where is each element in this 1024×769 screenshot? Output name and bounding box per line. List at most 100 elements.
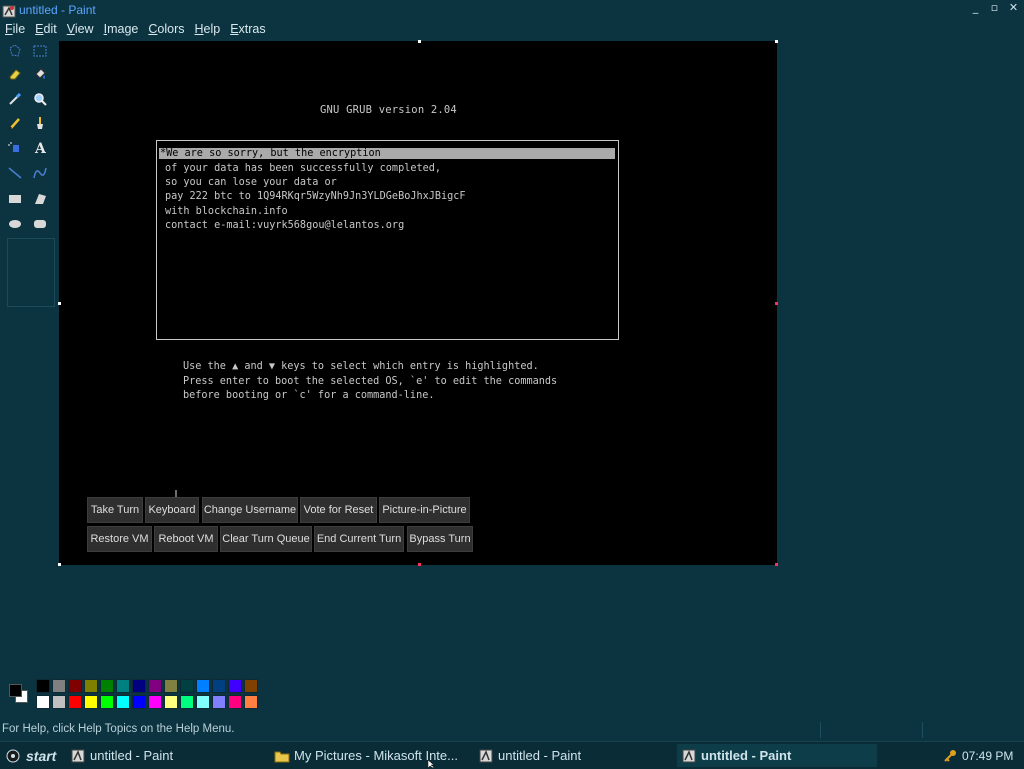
palette-color-swatch[interactable] <box>180 695 194 709</box>
fill-icon[interactable] <box>29 63 51 85</box>
status-help-text: For Help, click Help Topics on the Help … <box>2 723 235 735</box>
taskbar-item-paint-1[interactable]: untitled - Paint <box>66 744 261 767</box>
status-divider <box>922 722 923 738</box>
key-icon[interactable] <box>942 748 958 764</box>
palette-color-swatch[interactable] <box>36 695 50 709</box>
menu-extras[interactable]: Extras <box>225 22 270 36</box>
menu-colors[interactable]: Colors <box>143 22 189 36</box>
palette-color-swatch[interactable] <box>244 679 258 693</box>
change-username-button[interactable]: Change Username <box>202 497 298 523</box>
palette-color-swatch[interactable] <box>228 679 242 693</box>
resize-handle[interactable] <box>775 302 778 305</box>
grub-entry: contact e-mail:vuyrk568gou@lelantos.org <box>165 220 405 231</box>
close-button[interactable]: ✕ <box>1007 1 1020 14</box>
taskbar: start untitled - Paint My Pictures - Mik… <box>0 741 1024 769</box>
rect-select-icon[interactable] <box>29 40 51 62</box>
palette-color-swatch[interactable] <box>116 695 130 709</box>
resize-handle <box>775 40 778 43</box>
start-logo-icon <box>6 749 20 763</box>
clear-turn-queue-button[interactable]: Clear Turn Queue <box>220 526 312 552</box>
taskbar-item-paint-active[interactable]: untitled - Paint <box>677 744 877 767</box>
resize-handle <box>58 302 61 305</box>
palette-color-swatch[interactable] <box>148 695 162 709</box>
grub-entry-selected: *We are so sorry, but the encryption <box>159 148 615 159</box>
resize-handle <box>418 40 421 43</box>
taskbar-item-paint-2[interactable]: untitled - Paint <box>474 744 672 767</box>
grub-menu-box: *We are so sorry, but the encryption of … <box>156 140 619 340</box>
reboot-vm-button[interactable]: Reboot VM <box>154 526 218 552</box>
eraser-icon[interactable] <box>4 63 26 85</box>
grub-entry: pay 222 btc to 1Q94RKqr5WzyNh9Jn3YLDGeBo… <box>165 191 466 202</box>
palette-color-swatch[interactable] <box>244 695 258 709</box>
free-select-icon[interactable] <box>4 40 26 62</box>
clock[interactable]: 07:49 PM <box>962 749 1013 763</box>
take-turn-button[interactable]: Take Turn <box>87 497 143 523</box>
menu-help[interactable]: Help <box>189 22 225 36</box>
grub-help-line: Use the ▲ and ▼ keys to select which ent… <box>183 361 539 372</box>
palette-color-swatch[interactable] <box>132 695 146 709</box>
grub-title: GNU GRUB version 2.04 <box>320 104 457 116</box>
palette-color-swatch[interactable] <box>196 679 210 693</box>
palette-color-swatch[interactable] <box>212 695 226 709</box>
palette-color-swatch[interactable] <box>212 679 226 693</box>
palette-color-swatch[interactable] <box>164 695 178 709</box>
palette-color-swatch[interactable] <box>36 679 50 693</box>
title-bar: untitled - Paint _ ▫ ✕ <box>0 0 1024 19</box>
palette-color-swatch[interactable] <box>100 695 114 709</box>
airbrush-icon[interactable] <box>4 136 26 158</box>
palette-color-swatch[interactable] <box>52 695 66 709</box>
palette-color-swatch[interactable] <box>68 695 82 709</box>
status-divider <box>820 722 821 738</box>
menu-view[interactable]: View <box>62 22 99 36</box>
color-picker-icon[interactable] <box>4 88 26 110</box>
line-icon[interactable] <box>4 162 26 184</box>
curve-icon[interactable] <box>29 162 51 184</box>
brush-icon[interactable] <box>29 112 51 134</box>
menu-image[interactable]: Image <box>99 22 144 36</box>
palette-color-swatch[interactable] <box>100 679 114 693</box>
resize-handle[interactable] <box>418 563 421 566</box>
menu-edit[interactable]: Edit <box>30 22 62 36</box>
paint-app-icon <box>2 3 16 17</box>
text-icon[interactable]: A <box>29 136 51 158</box>
color-palette <box>5 678 265 710</box>
palette-color-swatch[interactable] <box>148 679 162 693</box>
palette-color-swatch[interactable] <box>180 679 194 693</box>
vote-for-reset-button[interactable]: Vote for Reset <box>300 497 377 523</box>
maximize-button[interactable]: ▫ <box>988 1 1001 14</box>
taskbar-item-label: untitled - Paint <box>90 748 174 763</box>
palette-color-swatch[interactable] <box>52 679 66 693</box>
palette-color-swatch[interactable] <box>132 679 146 693</box>
mouse-pointer-icon <box>428 760 435 768</box>
paint-app-icon <box>479 749 493 762</box>
menu-file[interactable]: File <box>0 22 30 36</box>
window-title: untitled - Paint <box>19 2 96 17</box>
palette-color-swatch[interactable] <box>116 679 130 693</box>
palette-color-swatch[interactable] <box>68 679 82 693</box>
bypass-turn-button[interactable]: Bypass Turn <box>407 526 473 552</box>
palette-color-swatch[interactable] <box>196 695 210 709</box>
palette-color-swatch[interactable] <box>84 679 98 693</box>
magnifier-icon[interactable] <box>29 88 51 110</box>
tool-options-box[interactable] <box>7 238 55 307</box>
picture-in-picture-button[interactable]: Picture-in-Picture <box>379 497 470 523</box>
grub-help-line: Press enter to boot the selected OS, `e'… <box>183 376 558 387</box>
pencil-icon[interactable] <box>4 112 26 134</box>
minimize-button[interactable]: _ <box>969 1 982 14</box>
resize-handle[interactable] <box>775 563 778 566</box>
foreground-color-swatch[interactable] <box>9 684 22 697</box>
polygon-icon[interactable] <box>29 188 51 210</box>
window-controls: _ ▫ ✕ <box>969 1 1020 14</box>
end-current-turn-button[interactable]: End Current Turn <box>314 526 404 552</box>
ellipse-icon[interactable] <box>4 213 26 235</box>
taskbar-item-my-pictures[interactable]: My Pictures - Mikasoft Inte... <box>270 744 468 767</box>
palette-color-swatch[interactable] <box>164 679 178 693</box>
grub-entry: so you can lose your data or <box>165 177 337 188</box>
restore-vm-button[interactable]: Restore VM <box>87 526 152 552</box>
rounded-rect-icon[interactable] <box>29 213 51 235</box>
keyboard-button[interactable]: Keyboard <box>145 497 199 523</box>
start-button[interactable]: start <box>2 745 58 767</box>
palette-color-swatch[interactable] <box>228 695 242 709</box>
rectangle-icon[interactable] <box>4 188 26 210</box>
palette-color-swatch[interactable] <box>84 695 98 709</box>
